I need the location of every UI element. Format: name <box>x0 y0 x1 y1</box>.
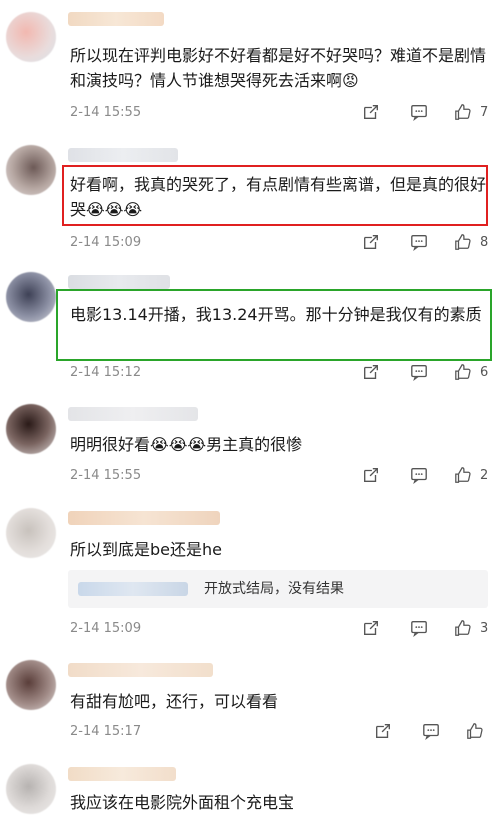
comment-meta: 2-14 15:55 2 <box>70 466 490 486</box>
comment-meta: 2-14 15:12 6 <box>70 363 490 383</box>
timestamp: 2-14 15:55 <box>70 468 142 483</box>
avatar[interactable] <box>6 764 56 814</box>
username[interactable] <box>68 12 164 26</box>
like-count: 8 <box>480 235 489 250</box>
share-icon[interactable] <box>362 103 382 123</box>
comment-text: 所以到底是be还是he <box>70 540 222 559</box>
comment-icon[interactable] <box>410 466 430 486</box>
reply-preview[interactable]: 开放式结局，没有结果 <box>68 570 488 608</box>
like-icon[interactable] <box>454 103 474 123</box>
like-count: 7 <box>480 105 489 120</box>
comment-icon[interactable] <box>410 103 430 123</box>
timestamp: 2-14 15:09 <box>70 621 142 636</box>
comment-meta: 2-14 15:09 8 <box>70 233 490 253</box>
comment-meta: 2-14 15:55 7 <box>70 103 490 123</box>
like-icon[interactable] <box>454 363 474 383</box>
comment-text: 电影13.14开播，我13.24开骂。那十分钟是我仅有的素质 <box>70 305 482 324</box>
comment-meta: 2-14 15:09 3 <box>70 619 490 639</box>
like-count: 2 <box>480 468 489 483</box>
timestamp: 2-14 15:17 <box>70 724 142 739</box>
username[interactable] <box>68 407 198 421</box>
comment-text: 明明很好看😭😭😭男主真的很惨 <box>70 435 303 454</box>
comment-meta: 2-14 15:17 <box>70 722 490 742</box>
like-icon[interactable] <box>466 722 486 742</box>
like-icon[interactable] <box>454 233 474 253</box>
username[interactable] <box>68 275 170 289</box>
comment-icon[interactable] <box>410 619 430 639</box>
comment-text: 我应该在电影院外面租个充电宝 <box>70 793 295 812</box>
avatar[interactable] <box>6 145 56 195</box>
share-icon[interactable] <box>374 722 394 742</box>
avatar[interactable] <box>6 508 56 558</box>
avatar[interactable] <box>6 12 56 62</box>
like-count: 6 <box>480 365 489 380</box>
username[interactable] <box>68 148 178 162</box>
comment-icon[interactable] <box>422 722 442 742</box>
like-count: 3 <box>480 621 489 636</box>
share-icon[interactable] <box>362 363 382 383</box>
comment-text: 所以现在评判电影好不好看都是好不好哭吗？难道不是剧情和演技吗？情人节谁想哭得死去… <box>70 46 487 90</box>
comment-icon[interactable] <box>410 233 430 253</box>
avatar[interactable] <box>6 272 56 322</box>
like-icon[interactable] <box>454 619 474 639</box>
comment-text: 有甜有尬吧，还行，可以看看 <box>70 692 279 711</box>
timestamp: 2-14 15:09 <box>70 235 142 250</box>
share-icon[interactable] <box>362 466 382 486</box>
reply-text: 开放式结局，没有结果 <box>204 581 344 597</box>
reply-username[interactable] <box>78 582 188 596</box>
timestamp: 2-14 15:55 <box>70 105 142 120</box>
timestamp: 2-14 15:12 <box>70 365 142 380</box>
username[interactable] <box>68 767 176 781</box>
share-icon[interactable] <box>362 233 382 253</box>
like-icon[interactable] <box>454 466 474 486</box>
comment-icon[interactable] <box>410 363 430 383</box>
share-icon[interactable] <box>362 619 382 639</box>
comment-text: 好看啊，我真的哭死了，有点剧情有些离谱，但是真的很好哭😭😭😭 <box>70 175 487 219</box>
avatar[interactable] <box>6 660 56 710</box>
avatar[interactable] <box>6 404 56 454</box>
username[interactable] <box>68 663 213 677</box>
username[interactable] <box>68 511 220 525</box>
